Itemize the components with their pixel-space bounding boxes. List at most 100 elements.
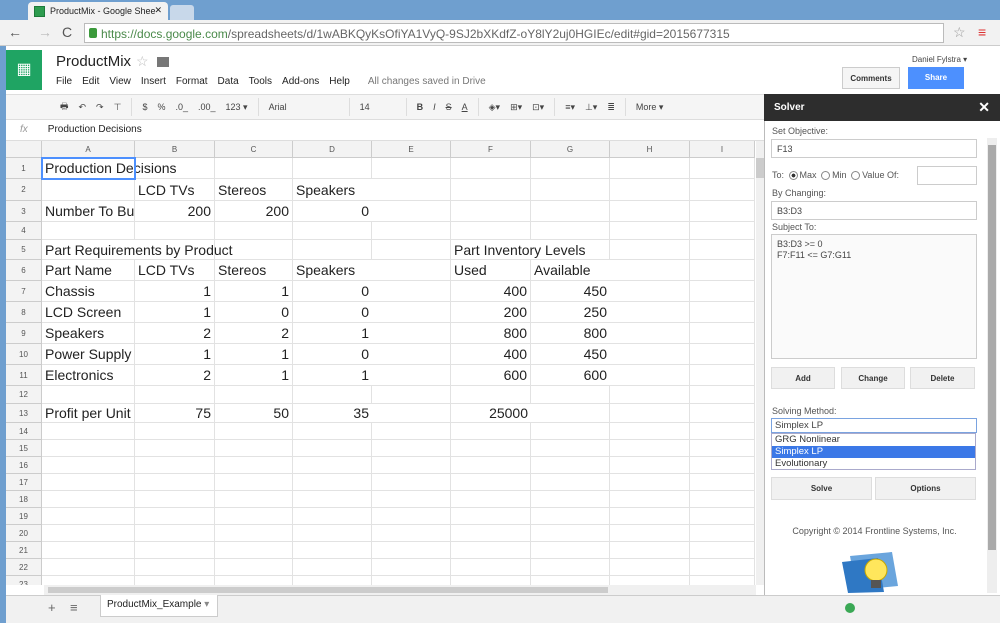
column-header-B[interactable]: B <box>135 141 215 158</box>
cell-C12[interactable] <box>215 386 293 404</box>
cell-I9[interactable] <box>690 323 755 344</box>
cell-D19[interactable] <box>293 508 372 525</box>
wrap-icon[interactable]: ≣ <box>607 102 615 113</box>
column-header-I[interactable]: I <box>690 141 755 158</box>
undo-icon[interactable]: ↶ <box>79 102 87 113</box>
cell-C3[interactable]: 200 <box>215 201 293 222</box>
cell-C9[interactable]: 2 <box>215 323 293 344</box>
cell-B13[interactable]: 75 <box>135 404 215 423</box>
cell-I16[interactable] <box>690 457 755 474</box>
cell-H7[interactable] <box>610 281 690 302</box>
cell-F22[interactable] <box>451 559 531 576</box>
cell-G22[interactable] <box>531 559 610 576</box>
merge-icon[interactable]: ⊡▾ <box>532 102 544 113</box>
cell-A17[interactable] <box>42 474 135 491</box>
valign-icon[interactable]: ⊥▾ <box>585 102 597 113</box>
cell-D11[interactable]: 1 <box>293 365 372 386</box>
cell-G11[interactable]: 600 <box>531 365 610 386</box>
column-header-H[interactable]: H <box>610 141 690 158</box>
cell-A6[interactable]: Part Name <box>42 260 135 281</box>
cell-F13[interactable]: 25000 <box>451 404 531 423</box>
cell-C8[interactable]: 0 <box>215 302 293 323</box>
currency-button[interactable]: $ <box>142 102 147 112</box>
cell-B8[interactable]: 1 <box>135 302 215 323</box>
cell-H9[interactable] <box>610 323 690 344</box>
cell-H13[interactable] <box>610 404 690 423</box>
cell-C23[interactable] <box>215 576 293 585</box>
cell-F8[interactable]: 200 <box>451 302 531 323</box>
cell-F14[interactable] <box>451 423 531 440</box>
cell-F1[interactable] <box>451 158 531 179</box>
cell-H18[interactable] <box>610 491 690 508</box>
row-header-22[interactable]: 22 <box>6 559 42 576</box>
cell-A22[interactable] <box>42 559 135 576</box>
cell-H10[interactable] <box>610 344 690 365</box>
option-simplex-lp[interactable]: Simplex LP <box>772 446 975 458</box>
cell-D10[interactable]: 0 <box>293 344 372 365</box>
cell-H4[interactable] <box>610 222 690 240</box>
cell-A19[interactable] <box>42 508 135 525</box>
url-bar[interactable]: https://docs.google.com/spreadsheets/d/1… <box>84 23 944 43</box>
menu-format[interactable]: Format <box>176 76 208 87</box>
number-format-dropdown[interactable]: 123 ▾ <box>226 102 248 113</box>
bookmark-star-icon[interactable]: ☆ <box>953 24 966 41</box>
cell-C4[interactable] <box>215 222 293 240</box>
cell-E23[interactable] <box>372 576 451 585</box>
back-icon[interactable]: ← <box>8 24 22 40</box>
cell-B7[interactable]: 1 <box>135 281 215 302</box>
cell-D4[interactable] <box>293 222 372 240</box>
cell-E22[interactable] <box>372 559 451 576</box>
share-button[interactable]: Share <box>908 67 964 89</box>
cell-H21[interactable] <box>610 542 690 559</box>
cell-A12[interactable] <box>42 386 135 404</box>
menu-file[interactable]: File <box>56 76 72 87</box>
cell-E9[interactable] <box>372 323 451 344</box>
cell-D7[interactable]: 0 <box>293 281 372 302</box>
constraint-item[interactable]: F7:F11 <= G7:G11 <box>777 250 971 261</box>
cell-C19[interactable] <box>215 508 293 525</box>
cell-I5[interactable] <box>690 240 755 260</box>
cell-F15[interactable] <box>451 440 531 457</box>
cell-F23[interactable] <box>451 576 531 585</box>
options-button[interactable]: Options <box>875 477 976 500</box>
cell-D5[interactable] <box>293 240 372 260</box>
cell-I22[interactable] <box>690 559 755 576</box>
cell-B11[interactable]: 2 <box>135 365 215 386</box>
cell-A8[interactable]: LCD Screen <box>42 302 135 323</box>
cell-D8[interactable]: 0 <box>293 302 372 323</box>
column-header-F[interactable]: F <box>451 141 531 158</box>
cell-C20[interactable] <box>215 525 293 542</box>
column-header-G[interactable]: G <box>531 141 610 158</box>
row-header-7[interactable]: 7 <box>6 281 42 302</box>
column-header-D[interactable]: D <box>293 141 372 158</box>
cell-C11[interactable]: 1 <box>215 365 293 386</box>
star-icon[interactable]: ☆ <box>136 53 149 70</box>
cell-A20[interactable] <box>42 525 135 542</box>
cell-C14[interactable] <box>215 423 293 440</box>
cell-E15[interactable] <box>372 440 451 457</box>
cell-A5[interactable]: Part Requirements by Product <box>42 240 233 260</box>
cell-I2[interactable] <box>690 179 755 201</box>
text-color-button[interactable]: A <box>462 102 468 112</box>
cell-E12[interactable] <box>372 386 451 404</box>
reload-icon[interactable]: C <box>62 24 72 40</box>
cell-H20[interactable] <box>610 525 690 542</box>
column-header-A[interactable]: A <box>42 141 135 158</box>
cell-C16[interactable] <box>215 457 293 474</box>
more-button[interactable]: More ▾ <box>636 102 664 113</box>
cell-I17[interactable] <box>690 474 755 491</box>
cell-E5[interactable] <box>372 240 451 260</box>
cell-I4[interactable] <box>690 222 755 240</box>
cell-E10[interactable] <box>372 344 451 365</box>
cell-B21[interactable] <box>135 542 215 559</box>
menu-add-ons[interactable]: Add-ons <box>282 76 319 87</box>
cell-I11[interactable] <box>690 365 755 386</box>
cell-H16[interactable] <box>610 457 690 474</box>
row-header-21[interactable]: 21 <box>6 542 42 559</box>
cell-D15[interactable] <box>293 440 372 457</box>
row-header-4[interactable]: 4 <box>6 222 42 240</box>
comments-button[interactable]: Comments <box>842 67 900 89</box>
redo-icon[interactable]: ↷ <box>96 102 104 113</box>
cell-A21[interactable] <box>42 542 135 559</box>
cell-G8[interactable]: 250 <box>531 302 610 323</box>
